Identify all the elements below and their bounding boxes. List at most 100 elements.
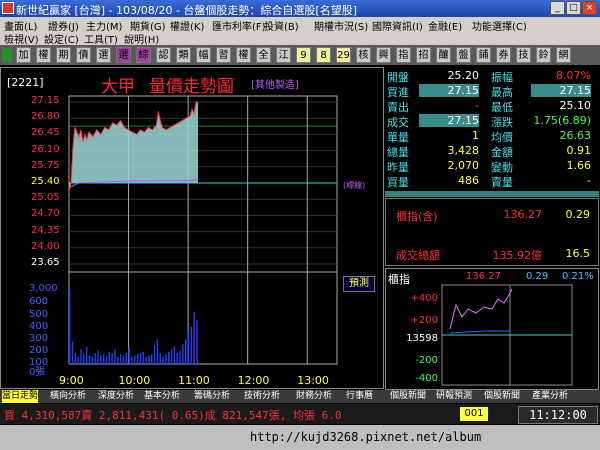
volume-bar — [170, 349, 173, 364]
code-box[interactable]: 001 — [460, 407, 488, 421]
quote-label: 昨量 — [387, 161, 409, 174]
quote-label: 變動 — [491, 161, 513, 174]
toolbar-button[interactable]: 選 — [116, 47, 131, 63]
toolbar-button[interactable]: 網 — [556, 47, 571, 63]
volume-bar — [182, 344, 184, 364]
toolbar-button[interactable]: 選 — [96, 47, 111, 63]
volume-bar — [151, 354, 153, 364]
volume-tick-label: 0張 — [29, 367, 46, 378]
bottom-tab[interactable]: 個股新聞 — [390, 390, 426, 403]
menu-row-2: 檢視(V) 設定(C) 工具(T) 說明(H) — [2, 31, 598, 46]
volume-bar — [176, 352, 178, 364]
volume-bar — [131, 356, 133, 364]
toolbar-button[interactable]: 認 — [156, 47, 171, 63]
toolbar-button[interactable]: 指 — [396, 47, 411, 63]
toolbar-button[interactable]: 權 — [236, 47, 251, 63]
minimize-button[interactable]: _ — [550, 1, 565, 15]
toolbar-button[interactable]: 8 — [316, 47, 331, 63]
bottom-tab[interactable]: 行事曆 — [346, 390, 373, 403]
maximize-button[interactable]: □ — [566, 1, 581, 15]
price-tick-label: 26.45 — [31, 127, 60, 139]
quote-label: 漲跌 — [491, 116, 513, 129]
toolbar-button[interactable]: 興 — [376, 47, 391, 63]
menu-item[interactable]: 設定(C) — [44, 31, 79, 46]
volume-bar — [128, 347, 130, 364]
toolbar-button[interactable]: 核 — [356, 47, 371, 63]
bottom-tab[interactable]: 橫向分析 — [50, 390, 86, 403]
quote-label: 賣出 — [387, 101, 409, 114]
menu-item[interactable]: 檢視(V) — [4, 31, 39, 46]
price-tick-label: 24.00 — [31, 240, 60, 252]
toolbar-button[interactable]: 權 — [36, 47, 51, 63]
volume-tick-label: 300 — [29, 333, 49, 344]
toolbar-button[interactable]: 江 — [276, 47, 291, 63]
volume-bar — [139, 352, 142, 364]
bottom-tab[interactable]: 基本分析 — [144, 390, 180, 403]
toolbar-button[interactable]: 招 — [416, 47, 431, 63]
mini-y-label: +400 — [410, 293, 438, 304]
volume-bar — [184, 339, 187, 364]
volume-bar — [125, 352, 127, 364]
toolbar-button[interactable]: 幅 — [196, 47, 211, 63]
volume-bar — [193, 312, 195, 364]
time-tick-label: 9:00 — [59, 374, 84, 387]
index-value: 136.27 — [503, 208, 543, 221]
toolbar-button[interactable]: 鈴 — [536, 47, 551, 63]
bottom-tab[interactable]: 當日走勢 — [2, 390, 39, 403]
index-label: 櫃指(含) — [396, 210, 438, 223]
volume-bar — [156, 339, 159, 364]
toolbar-button[interactable]: 釀 — [436, 47, 451, 63]
price-tick-label: 23.65 — [31, 257, 60, 268]
volume-tick-label: 500 — [29, 309, 49, 320]
toolbar-button[interactable]: 29 — [336, 47, 351, 63]
toolbar-button[interactable]: 債 — [76, 47, 91, 63]
toolbar-button[interactable]: 券 — [496, 47, 511, 63]
price-tick-label: 25.05 — [31, 192, 60, 204]
toolbar-button[interactable]: 習 — [216, 47, 231, 63]
quote-divider — [385, 191, 599, 197]
menu-item[interactable]: 說明(H) — [124, 31, 159, 46]
quote-label: 成交 — [387, 116, 409, 129]
toolbar: 加權期債選選綜認類幅習權全江 9 8 29 核興指招釀盤鋪券技鈴網 — [0, 45, 600, 65]
volume-bar — [108, 351, 111, 364]
index-box: 櫃指(含) 136.27 0.29 成交總額 135.92億 16.5 — [385, 198, 599, 266]
time-tick-label: 12:00 — [237, 374, 270, 387]
volume-bar — [71, 341, 74, 364]
bottom-tab[interactable]: 個股新聞 — [484, 390, 520, 403]
menu-item[interactable]: 工具(T) — [84, 31, 118, 46]
time-tick-label: 10:00 — [118, 374, 151, 387]
turnover-value: 135.92億 — [492, 249, 543, 262]
quote-table: 開盤 25.20 振幅 8.07% 買進 27.15 最高 27.15 賣出 - 最低 25.10 成交… — [385, 69, 599, 191]
bottom-tab[interactable]: 籌碼分析 — [194, 390, 230, 403]
toolbar-button[interactable]: 技 — [516, 47, 531, 63]
price-tick-label: 24.35 — [31, 224, 60, 236]
volume-bar — [91, 356, 94, 364]
volume-bar — [159, 352, 161, 364]
quote-value: 0.91 — [566, 144, 592, 157]
bottom-tab[interactable]: 研報預測 — [436, 390, 472, 403]
volume-bar — [85, 346, 88, 364]
volume-bar — [74, 352, 77, 364]
volume-bar — [165, 354, 167, 364]
toolbar-button[interactable]: 盤 — [456, 47, 471, 63]
toolbar-button[interactable]: 期 — [56, 47, 71, 63]
bottom-tab[interactable]: 財務分析 — [296, 390, 332, 403]
close-button[interactable]: × — [582, 1, 597, 15]
bottom-tab[interactable]: 技術分析 — [244, 390, 280, 403]
toolbar-button[interactable]: 9 — [296, 47, 311, 63]
toolbar-button[interactable]: 加 — [16, 47, 31, 63]
volume-bar — [145, 356, 147, 364]
volume-bars — [69, 290, 198, 364]
quote-panel: 開盤 25.20 振幅 8.07% 買進 27.15 最高 27.15 賣出 - 最低 25.10 成交… — [385, 67, 599, 267]
toolbar-grip-icon — [2, 48, 12, 62]
quote-value: 27.15 — [531, 84, 591, 97]
toolbar-button[interactable]: 類 — [176, 47, 191, 63]
toolbar-button[interactable]: 全 — [256, 47, 271, 63]
toolbar-button[interactable]: 鋪 — [476, 47, 491, 63]
quote-label: 賣量 — [491, 176, 513, 189]
bottom-tab[interactable]: 產業分析 — [532, 390, 568, 403]
forecast-button[interactable]: 預測 — [343, 276, 375, 292]
toolbar-button[interactable]: 綜 — [136, 47, 151, 63]
bottom-tab[interactable]: 深度分析 — [98, 390, 134, 403]
price-tick-label: 27.15 — [31, 95, 60, 106]
